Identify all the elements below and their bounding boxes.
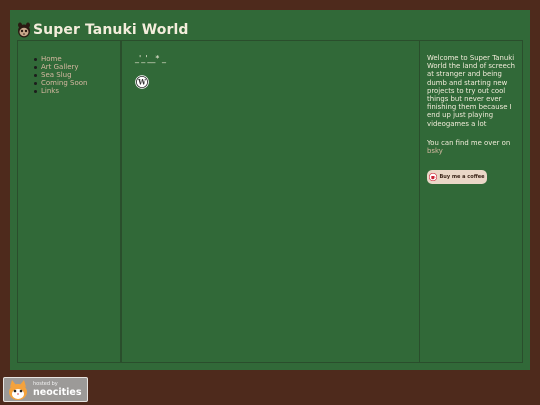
site-frame: Super Tanuki World Home Art Gallery Sea … bbox=[10, 10, 530, 370]
nav-item-home[interactable]: Home bbox=[34, 55, 87, 63]
neocities-name: neocities bbox=[33, 387, 82, 398]
nav-item-art-gallery[interactable]: Art Gallery bbox=[34, 63, 87, 71]
coffee-cup-icon bbox=[429, 173, 438, 181]
nav-item-label[interactable]: Coming Soon bbox=[41, 79, 87, 87]
sidebar-column: Welcome to Super Tanuki World the land o… bbox=[419, 40, 523, 363]
nav-list: Home Art Gallery Sea Slug Coming Soon Li… bbox=[34, 55, 87, 95]
neocities-badge[interactable]: hosted by neocities bbox=[3, 377, 88, 402]
bullet-icon bbox=[34, 57, 37, 61]
neocities-cat-icon bbox=[9, 379, 27, 400]
nav-item-links[interactable]: Links bbox=[34, 87, 87, 95]
buy-me-a-coffee-button[interactable]: Buy me a coffee bbox=[427, 170, 487, 184]
main-column: _'_'__* _ W bbox=[121, 40, 420, 363]
bsky-link[interactable]: bsky bbox=[427, 147, 519, 155]
tanuki-icon bbox=[18, 22, 30, 38]
wordpress-icon[interactable]: W bbox=[135, 75, 149, 89]
find-me-block: You can find me over on bsky bbox=[427, 139, 519, 155]
site-title: Super Tanuki World bbox=[33, 22, 189, 38]
nav-column: Home Art Gallery Sea Slug Coming Soon Li… bbox=[17, 40, 121, 363]
nav-item-label[interactable]: Sea Slug bbox=[41, 71, 72, 79]
bullet-icon bbox=[34, 73, 37, 77]
find-me-text: You can find me over on bbox=[427, 139, 511, 147]
nav-item-sea-slug[interactable]: Sea Slug bbox=[34, 71, 87, 79]
coffee-button-label: Buy me a coffee bbox=[439, 174, 485, 180]
nav-item-coming-soon[interactable]: Coming Soon bbox=[34, 79, 87, 87]
bullet-icon bbox=[34, 65, 37, 69]
svg-text:W: W bbox=[137, 78, 146, 87]
nav-item-label[interactable]: Art Gallery bbox=[41, 63, 79, 71]
nav-item-label[interactable]: Links bbox=[41, 87, 59, 95]
bullet-icon bbox=[34, 89, 37, 93]
welcome-text: Welcome to Super Tanuki World the land o… bbox=[427, 54, 516, 128]
nav-item-label[interactable]: Home bbox=[41, 55, 62, 63]
bullet-icon bbox=[34, 81, 37, 85]
kaomoji-text: _'_'__* _ bbox=[135, 54, 166, 63]
neocities-text: hosted by neocities bbox=[33, 381, 82, 398]
